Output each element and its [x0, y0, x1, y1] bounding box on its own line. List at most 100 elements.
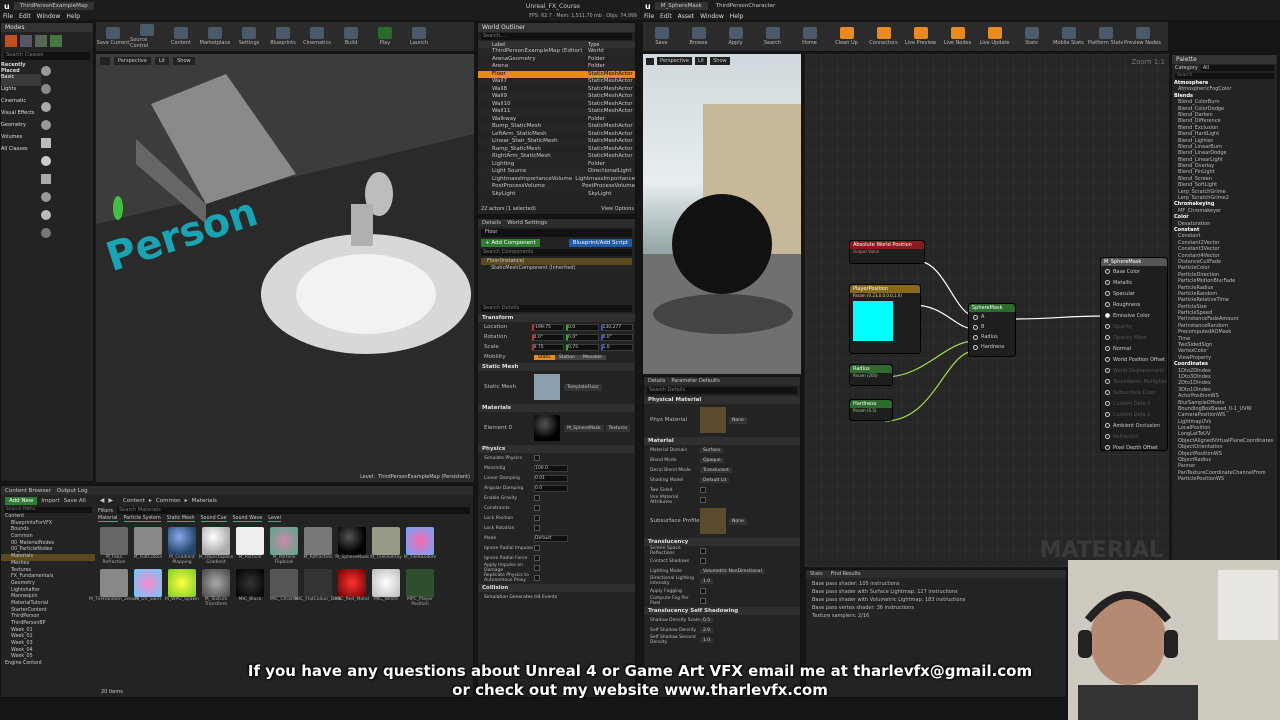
- detail-checkbox[interactable]: [700, 588, 706, 594]
- filter-tag[interactable]: Particle System: [123, 516, 161, 522]
- detail-value[interactable]: 1.0: [700, 578, 714, 584]
- category-item[interactable]: Recently Placed: [1, 62, 41, 74]
- asset-tile[interactable]: M_SphereMask: [335, 527, 369, 565]
- physics-value[interactable]: 0.0: [534, 484, 568, 492]
- asset-tile[interactable]: MIC_Red_Metal: [335, 569, 369, 607]
- perspective-button[interactable]: Perspective: [114, 57, 151, 65]
- menu-window[interactable]: Window: [34, 13, 64, 20]
- class-search[interactable]: Search Classes: [4, 52, 90, 60]
- material-toolbar-button[interactable]: Live Update: [976, 27, 1013, 46]
- outliner-row[interactable]: Walkway Folder: [478, 116, 635, 124]
- outliner-row[interactable]: ArenaGeometry Folder: [478, 56, 635, 64]
- content-browser-tab[interactable]: Content Browser: [5, 488, 51, 494]
- parameter-defaults-tab[interactable]: Parameter Defaults: [671, 378, 719, 384]
- preview-show-button[interactable]: Show: [710, 57, 730, 65]
- viewport-options-button[interactable]: [100, 57, 110, 65]
- result-pin[interactable]: Custom Data 0: [1101, 398, 1167, 409]
- outliner-row[interactable]: Wall10 StaticMeshActor: [478, 101, 635, 109]
- asset-tile[interactable]: M_Refraction: [303, 527, 333, 565]
- outliner-row[interactable]: Wall7 StaticMeshActor: [478, 78, 635, 86]
- filter-tag[interactable]: Sound Wave: [232, 516, 263, 522]
- outliner-row[interactable]: Ramp_StaticMesh StaticMeshActor: [478, 146, 635, 154]
- cinematics-button[interactable]: Cinematics: [300, 27, 334, 46]
- rotation-x[interactable]: 0.0°: [531, 333, 565, 341]
- static-mesh-section[interactable]: Static Mesh: [478, 363, 635, 371]
- instance-row[interactable]: Floor(Instance): [481, 258, 632, 265]
- physics-checkbox[interactable]: [534, 515, 540, 521]
- blueprint-script-button[interactable]: Blueprint/Add Script: [568, 239, 632, 247]
- placeable-item[interactable]: [41, 116, 91, 134]
- mat-details-tab[interactable]: Details: [648, 378, 665, 384]
- outliner-row[interactable]: Bump_StaticMesh StaticMeshActor: [478, 123, 635, 131]
- settings-button[interactable]: Settings: [232, 27, 266, 46]
- scale-z[interactable]: 1.0: [600, 343, 633, 351]
- detail-value[interactable]: Volumetric NonDirectional: [700, 568, 765, 574]
- material-toolbar-button[interactable]: Home: [791, 27, 828, 46]
- find-results-tab[interactable]: Find Results: [831, 571, 861, 577]
- asset-tile[interactable]: M_TileOverlay: [370, 527, 402, 565]
- mesh-thumbnail[interactable]: [534, 374, 560, 400]
- asset-tile[interactable]: MIC_Black: [235, 569, 265, 607]
- back-arrow-icon[interactable]: ◀: [100, 497, 105, 504]
- preview-options-button[interactable]: [646, 57, 654, 65]
- physics-value[interactable]: 0.01: [534, 474, 568, 482]
- asset-tile[interactable]: M_Texture Transform: [201, 569, 231, 607]
- outliner-row[interactable]: Wall8 StaticMeshActor: [478, 86, 635, 94]
- node-radius[interactable]: Radius Param (200): [849, 364, 893, 386]
- category-item[interactable]: Lights: [1, 86, 41, 98]
- world-settings-tab[interactable]: World Settings: [507, 220, 547, 226]
- translucency-section[interactable]: Translucency: [644, 538, 800, 546]
- input-pin[interactable]: Hardness: [969, 342, 1015, 352]
- detail-checkbox[interactable]: [700, 598, 706, 604]
- outliner-row[interactable]: Wall11 StaticMeshActor: [478, 108, 635, 116]
- blueprints-button[interactable]: Blueprints: [266, 27, 300, 46]
- menu-window[interactable]: Window: [697, 13, 727, 20]
- textures-dropdown[interactable]: Textures: [605, 424, 631, 432]
- node-result[interactable]: M_SphereMask Base Color Metallic Specular R…: [1100, 257, 1168, 451]
- level-viewport[interactable]: Perspective Lit Show Person Level: Third…: [96, 54, 474, 482]
- node-player-position[interactable]: PlayerPosition Param (0.23,0.0,0.0,1.0): [849, 284, 921, 354]
- material-toolbar-button[interactable]: Search: [754, 27, 791, 46]
- location-x[interactable]: -199.75: [531, 323, 565, 331]
- menu-help[interactable]: Help: [727, 13, 747, 20]
- scale-y[interactable]: 0.75: [566, 343, 599, 351]
- material-toolbar-button[interactable]: Apply: [717, 27, 754, 46]
- view-options-button[interactable]: View Options: [601, 206, 634, 212]
- outliner-row[interactable]: LeftArm_StaticMesh StaticMeshActor: [478, 131, 635, 139]
- menu-file[interactable]: File: [0, 13, 16, 20]
- result-pin[interactable]: Refraction: [1101, 431, 1167, 442]
- folder-item[interactable]: Common: [1, 534, 95, 541]
- placeable-item[interactable]: [41, 80, 91, 98]
- component-row[interactable]: StaticMeshComponent (Inherited): [481, 265, 632, 273]
- folder-item[interactable]: FX_Fundamentals: [1, 574, 95, 581]
- material-section[interactable]: Material: [644, 437, 800, 445]
- mobility-station[interactable]: Station: [554, 354, 579, 360]
- detail-value[interactable]: Opaque: [700, 457, 724, 463]
- outliner-row[interactable]: Linear_Stair_StaticMesh StaticMeshActor: [478, 138, 635, 146]
- outliner-row[interactable]: LightmassImportanceVolume LightmassImport…: [478, 176, 635, 184]
- detail-checkbox[interactable]: [700, 548, 706, 554]
- outliner-row[interactable]: Arena Folder: [478, 63, 635, 71]
- result-pin[interactable]: Specular: [1101, 288, 1167, 299]
- outliner-row[interactable]: Floor StaticMeshActor: [478, 70, 635, 78]
- physics-checkbox[interactable]: [534, 555, 540, 561]
- menu-edit[interactable]: Edit: [16, 13, 34, 20]
- physics-value[interactable]: Default: [534, 534, 568, 542]
- physics-checkbox[interactable]: [534, 495, 540, 501]
- detail-checkbox[interactable]: [700, 497, 706, 503]
- lit-button[interactable]: Lit: [154, 57, 170, 65]
- material-toolbar-button[interactable]: Browse: [680, 27, 717, 46]
- material-preview[interactable]: Perspective Lit Show: [643, 54, 801, 374]
- node-absolute-world-position[interactable]: Absolute World Position Output Value: [849, 240, 925, 264]
- placeable-item[interactable]: [41, 224, 91, 242]
- outliner-row[interactable]: SkyLight SkyLight: [478, 191, 635, 199]
- input-pin[interactable]: A: [969, 312, 1015, 322]
- folder-item[interactable]: Geometry: [1, 581, 95, 588]
- location-y[interactable]: 0.0: [566, 323, 599, 331]
- material-toolbar-button[interactable]: Live Nodes: [939, 27, 976, 46]
- folder-item[interactable]: MaterialTutorial: [1, 601, 95, 608]
- material-graph[interactable]: Zoom 1:1 MATERIAL Absolute World Positio…: [805, 54, 1169, 567]
- palette-tab[interactable]: Palette: [1172, 55, 1277, 64]
- col-type[interactable]: Type: [588, 42, 599, 48]
- translucency-self-shadow-section[interactable]: Translucency Self Shadowing: [644, 607, 800, 615]
